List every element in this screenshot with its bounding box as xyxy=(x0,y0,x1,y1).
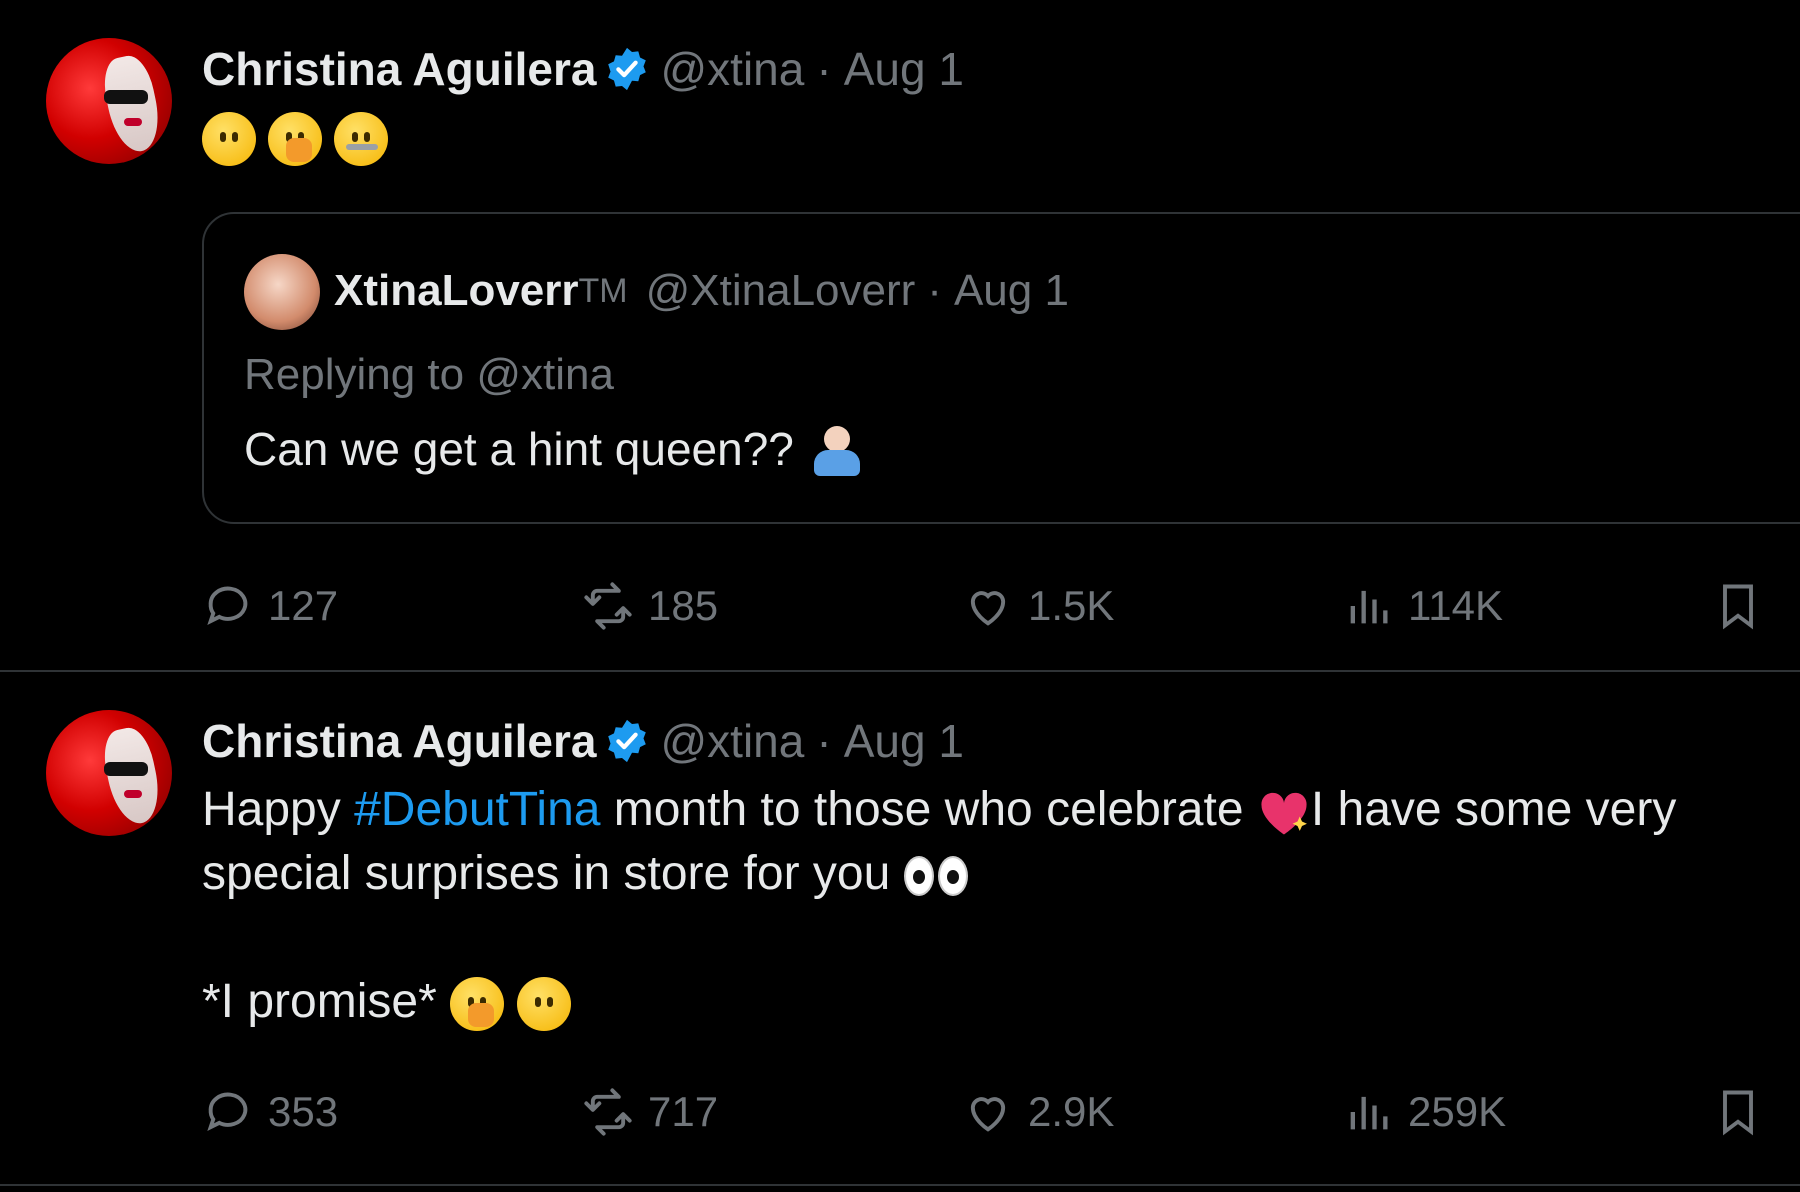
author-handle[interactable]: @xtina xyxy=(660,714,804,768)
tweet-text-emojis xyxy=(202,112,388,166)
face-without-mouth-emoji xyxy=(202,112,256,166)
views-button[interactable]: 259K xyxy=(1342,1086,1506,1138)
tweet-actions: 353 717 2.9K 259K xyxy=(202,1086,1762,1146)
heart-outline-icon xyxy=(970,1097,1006,1132)
tweet-text-line-1: Happy #DebutTina month to those who cele… xyxy=(202,778,1676,842)
reply-count: 353 xyxy=(268,1088,339,1135)
views-button[interactable]: 114K xyxy=(1342,580,1503,632)
quoted-author-name[interactable]: XtinaLoverr xyxy=(334,266,579,316)
bookmark-icon xyxy=(1723,584,1753,630)
author-avatar[interactable] xyxy=(46,38,172,164)
repost-count: 185 xyxy=(648,582,719,629)
separator-dot: · xyxy=(927,266,942,315)
reply-button[interactable]: 127 xyxy=(202,580,338,632)
tweet[interactable]: Christina Aguilera @xtina · Aug 1 Happy … xyxy=(0,672,1800,1186)
reply-bubble-icon xyxy=(207,1092,248,1132)
zipper-mouth-emoji xyxy=(334,112,388,166)
tweet-text-segment: I have some very xyxy=(1310,783,1677,836)
quoted-author-badge: TM xyxy=(578,271,628,310)
author-avatar[interactable] xyxy=(46,710,172,836)
tweet-header: Christina Aguilera @xtina · Aug 1 xyxy=(202,42,964,96)
tweet[interactable]: Christina Aguilera @xtina · Aug 1 XtinaL… xyxy=(0,0,1800,672)
like-count: 1.5K xyxy=(1028,582,1115,629)
tweet-text-segment: Happy xyxy=(202,783,355,836)
bookmark-icon xyxy=(1723,1090,1753,1136)
views-count: 259K xyxy=(1408,1088,1507,1135)
like-count: 2.9K xyxy=(1028,1088,1115,1135)
repost-count: 717 xyxy=(648,1088,719,1135)
repost-button[interactable]: 185 xyxy=(582,580,718,632)
author-name[interactable]: Christina Aguilera xyxy=(202,42,596,96)
reply-bubble-icon xyxy=(207,586,248,626)
hand-over-mouth-emoji xyxy=(450,977,505,1032)
views-bar-chart-icon xyxy=(1350,590,1388,624)
tweet-actions: 127 185 1.5K 114K xyxy=(202,580,1762,640)
tweet-text-segment: *I promise* xyxy=(202,975,451,1028)
verified-badge-icon xyxy=(608,719,647,763)
like-button[interactable]: 2.9K xyxy=(962,1086,1114,1138)
tweet-text-line-3: *I promise* xyxy=(202,970,572,1034)
tweet-text-segment: month to those who celebrate xyxy=(600,783,1257,836)
quoted-author-handle[interactable]: @XtinaLoverr xyxy=(646,266,916,316)
quoted-author-avatar[interactable] xyxy=(244,254,320,330)
replying-to: Replying to @xtina xyxy=(244,350,614,399)
bowing-person-emoji xyxy=(808,420,866,478)
bookmark-button[interactable] xyxy=(1712,1086,1764,1138)
heart-outline-icon xyxy=(970,591,1006,626)
author-handle[interactable]: @xtina xyxy=(660,42,804,96)
face-without-mouth-emoji xyxy=(517,977,572,1032)
views-count: 114K xyxy=(1408,582,1503,629)
quoted-tweet-text-body: Can we get a hint queen?? xyxy=(244,423,794,475)
tweet-text-segment: special surprises in store for you xyxy=(202,847,904,900)
tweet-date[interactable]: Aug 1 xyxy=(844,714,964,768)
bookmark-button[interactable] xyxy=(1712,580,1764,632)
separator-dot: · xyxy=(816,43,832,95)
like-button[interactable]: 1.5K xyxy=(962,580,1114,632)
tweet-header: Christina Aguilera @xtina · Aug 1 xyxy=(202,714,964,768)
sparkling-heart-emoji xyxy=(1261,793,1307,835)
repost-arrows-icon xyxy=(584,1088,632,1136)
quoted-tweet-date[interactable]: Aug 1 xyxy=(954,266,1069,316)
hand-over-mouth-emoji xyxy=(268,112,322,166)
hashtag-link[interactable]: #DebutTina xyxy=(354,783,600,836)
reply-button[interactable]: 353 xyxy=(202,1086,338,1138)
eyes-emoji xyxy=(903,856,968,897)
repost-arrows-icon xyxy=(584,582,632,630)
quoted-tweet[interactable]: XtinaLoverr TM @XtinaLoverr · Aug 1 Repl… xyxy=(202,212,1800,524)
separator-dot: · xyxy=(816,715,832,767)
quoted-tweet-text: Can we get a hint queen?? xyxy=(244,420,866,478)
views-bar-chart-icon xyxy=(1350,1096,1388,1130)
verified-badge-icon xyxy=(608,47,647,91)
repost-button[interactable]: 717 xyxy=(582,1086,718,1138)
tweet-text-line-2: special surprises in store for you xyxy=(202,842,968,906)
reply-count: 127 xyxy=(268,582,339,629)
quoted-tweet-header: XtinaLoverr TM @XtinaLoverr · Aug 1 xyxy=(334,266,1069,316)
tweet-date[interactable]: Aug 1 xyxy=(844,42,964,96)
author-name[interactable]: Christina Aguilera xyxy=(202,714,596,768)
